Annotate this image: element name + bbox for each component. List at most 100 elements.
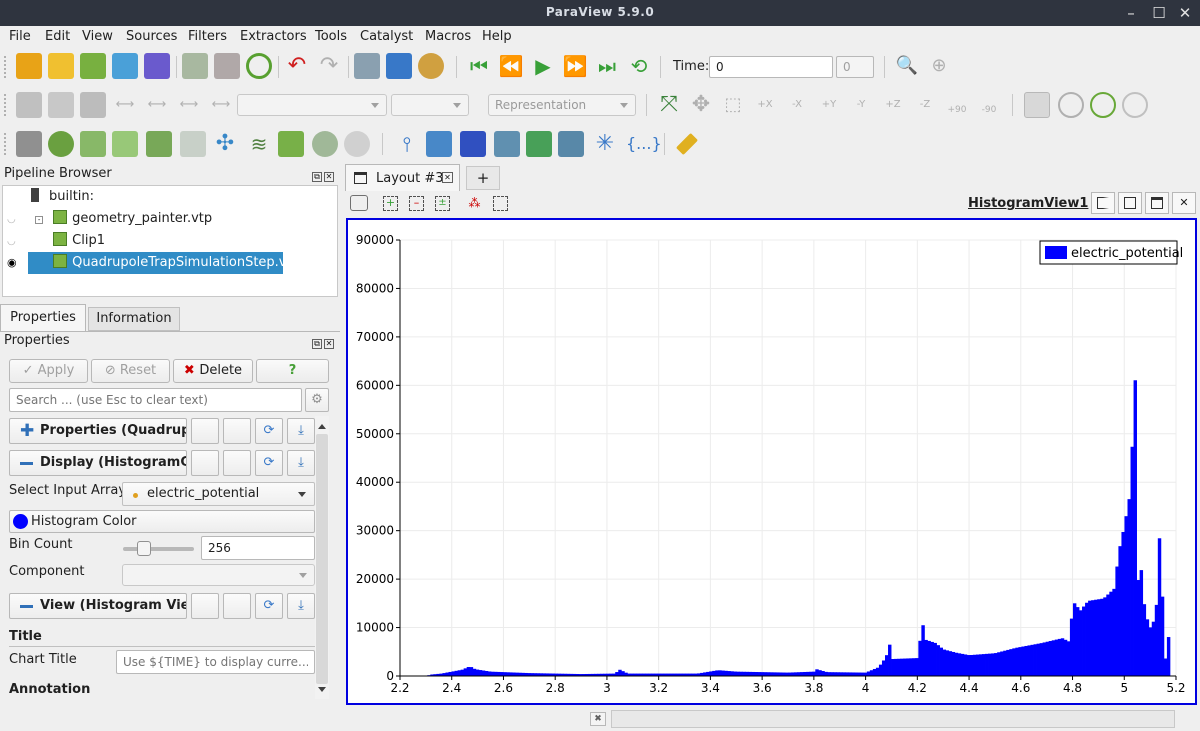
toggle-visibility-icon[interactable] xyxy=(16,92,42,118)
previous-frame-icon[interactable]: ⏪ xyxy=(498,53,524,79)
interaction-mode-icon[interactable] xyxy=(1024,92,1050,118)
extract-subset-icon[interactable] xyxy=(180,131,206,157)
eye-hidden-icon[interactable]: ◡ xyxy=(7,231,21,253)
connect-icon[interactable] xyxy=(112,53,138,79)
camera-icon[interactable] xyxy=(350,195,368,211)
zoom-closest-icon[interactable]: ✥ xyxy=(688,92,714,118)
histogram-view[interactable]: 2.2 2.4 2.6 2.8 3 3.2 3.4 3.6 3.8 4 4.2 4.4 4.6 4.8 5 5… xyxy=(346,218,1197,705)
rotate-minus-90-icon[interactable]: -90 xyxy=(976,92,1002,118)
view-plus-z-icon[interactable]: +Z xyxy=(880,92,906,118)
histogram-chart[interactable]: 2.2 2.4 2.6 2.8 3 3.2 3.4 3.6 3.8 4 4.2 4.4 4.6 4.8 5 5… xyxy=(348,220,1195,703)
threshold-icon[interactable] xyxy=(146,131,172,157)
time-index-spinbox[interactable] xyxy=(836,56,874,78)
show-center-icon[interactable] xyxy=(48,92,74,118)
paste-icon[interactable] xyxy=(223,450,251,476)
menu-view[interactable]: View xyxy=(82,29,113,44)
pipeline-item-clip1[interactable]: ◡ Clip1 xyxy=(7,230,105,252)
arrow-icon[interactable]: ⟷ xyxy=(112,92,138,118)
help-button[interactable]: ? xyxy=(256,359,329,383)
split-horizontal-icon[interactable] xyxy=(1091,192,1115,214)
restore-default-icon[interactable]: ⟳ xyxy=(255,418,283,444)
ruler-icon[interactable] xyxy=(675,132,699,156)
open-file-icon[interactable] xyxy=(16,53,42,79)
save-data-icon[interactable] xyxy=(80,53,106,79)
pipeline-item-builtin[interactable]: builtin: xyxy=(31,186,94,208)
add-selection-icon[interactable]: + xyxy=(383,196,398,211)
bin-count-slider[interactable] xyxy=(123,547,194,551)
save-default-icon[interactable]: ⤓ xyxy=(287,418,315,444)
last-frame-icon[interactable]: ⏭ xyxy=(594,53,620,79)
find-data-icon[interactable] xyxy=(386,53,412,79)
select-points-icon[interactable]: ⁂ xyxy=(467,196,482,211)
arrow-icon[interactable]: ⟷ xyxy=(176,92,202,118)
paste-icon[interactable] xyxy=(223,593,251,619)
close-icon[interactable]: ✕ xyxy=(324,172,334,182)
variable-combo[interactable] xyxy=(237,94,387,116)
paste-icon[interactable] xyxy=(223,418,251,444)
calculator-icon[interactable] xyxy=(16,131,42,157)
probe-line-icon[interactable]: ⫯ xyxy=(394,131,420,157)
plot-selection-icon[interactable] xyxy=(526,131,552,157)
particle-icon[interactable]: ✳ xyxy=(592,131,618,157)
zoom-box-icon[interactable]: ⬚ xyxy=(720,92,746,118)
redo-icon[interactable]: ↷ xyxy=(316,53,342,79)
group-datasets-icon[interactable] xyxy=(312,131,338,157)
view-minus-y-icon[interactable]: -Y xyxy=(848,92,874,118)
scrollbar-thumb[interactable] xyxy=(316,434,328,684)
float-icon[interactable]: ⧉ xyxy=(312,339,322,349)
menu-extractors[interactable]: Extractors xyxy=(240,29,307,44)
representation-combo[interactable]: Representation xyxy=(488,94,636,116)
tab-information[interactable]: Information xyxy=(88,307,180,331)
disconnect-icon[interactable] xyxy=(214,53,240,79)
copy-icon[interactable] xyxy=(191,593,219,619)
add-layout-tab-button[interactable]: + xyxy=(466,166,500,190)
histogram-color-button[interactable]: Histogram Color xyxy=(9,510,315,533)
close-icon[interactable]: ✕ xyxy=(324,339,334,349)
capture-screenshot-icon[interactable]: ⊕ xyxy=(926,53,952,79)
chart-title-input[interactable] xyxy=(116,650,315,674)
maximize-view-icon[interactable] xyxy=(1145,192,1169,214)
delete-button[interactable]: ✖ Delete xyxy=(173,359,253,383)
menu-edit[interactable]: Edit xyxy=(45,29,70,44)
view-plus-y-icon[interactable]: +Y xyxy=(816,92,842,118)
tab-properties[interactable]: Properties xyxy=(0,304,86,331)
close-icon[interactable]: ✕ xyxy=(1175,3,1195,23)
undo-icon[interactable]: ↶ xyxy=(284,53,310,79)
load-state-icon[interactable] xyxy=(48,53,74,79)
plot-data-icon[interactable] xyxy=(494,131,520,157)
pipeline-item-geometry-painter[interactable]: ◡ - geometry_painter.vtp xyxy=(7,208,212,230)
advanced-gear-icon[interactable]: ⚙ xyxy=(305,388,329,412)
first-frame-icon[interactable]: ⏮ xyxy=(466,53,492,79)
reset-camera-icon[interactable] xyxy=(354,53,380,79)
plot-over-line-icon[interactable] xyxy=(426,131,452,157)
eye-hidden-icon[interactable]: ◡ xyxy=(7,209,21,231)
python-script-icon[interactable]: {...} xyxy=(626,131,662,157)
maximize-icon[interactable]: ☐ xyxy=(1149,3,1169,23)
menu-filters[interactable]: Filters xyxy=(188,29,227,44)
view-minus-z-icon[interactable]: -Z xyxy=(912,92,938,118)
menu-sources[interactable]: Sources xyxy=(126,29,177,44)
warp-by-vector-icon[interactable] xyxy=(278,131,304,157)
toggle-selection-icon[interactable]: ± xyxy=(435,196,450,211)
close-view-icon[interactable]: ✕ xyxy=(1172,192,1196,214)
reset-view-icon[interactable] xyxy=(1122,92,1148,118)
bin-count-slider-handle[interactable] xyxy=(137,541,151,556)
edit-camera-icon[interactable] xyxy=(1090,92,1116,118)
restore-default-icon[interactable]: ⟳ xyxy=(255,593,283,619)
temporal-stats-icon[interactable] xyxy=(558,131,584,157)
close-tab-icon[interactable]: ✕ xyxy=(442,172,453,183)
histogram-icon[interactable] xyxy=(460,131,486,157)
stream-tracer-icon[interactable]: ≋ xyxy=(246,131,272,157)
slice-icon[interactable] xyxy=(112,131,138,157)
menu-help[interactable]: Help xyxy=(482,29,512,44)
extract-level-icon[interactable] xyxy=(344,131,370,157)
arrow-icon[interactable]: ⟷ xyxy=(144,92,170,118)
view-name-label[interactable]: HistogramView1 xyxy=(968,196,1088,211)
save-state-icon[interactable] xyxy=(182,53,208,79)
loop-icon[interactable]: ⟲ xyxy=(626,53,652,79)
float-icon[interactable]: ⧉ xyxy=(312,172,322,182)
bin-count-input[interactable] xyxy=(201,536,315,560)
time-input[interactable] xyxy=(709,56,833,78)
menu-catalyst[interactable]: Catalyst xyxy=(360,29,413,44)
menu-macros[interactable]: Macros xyxy=(425,29,471,44)
